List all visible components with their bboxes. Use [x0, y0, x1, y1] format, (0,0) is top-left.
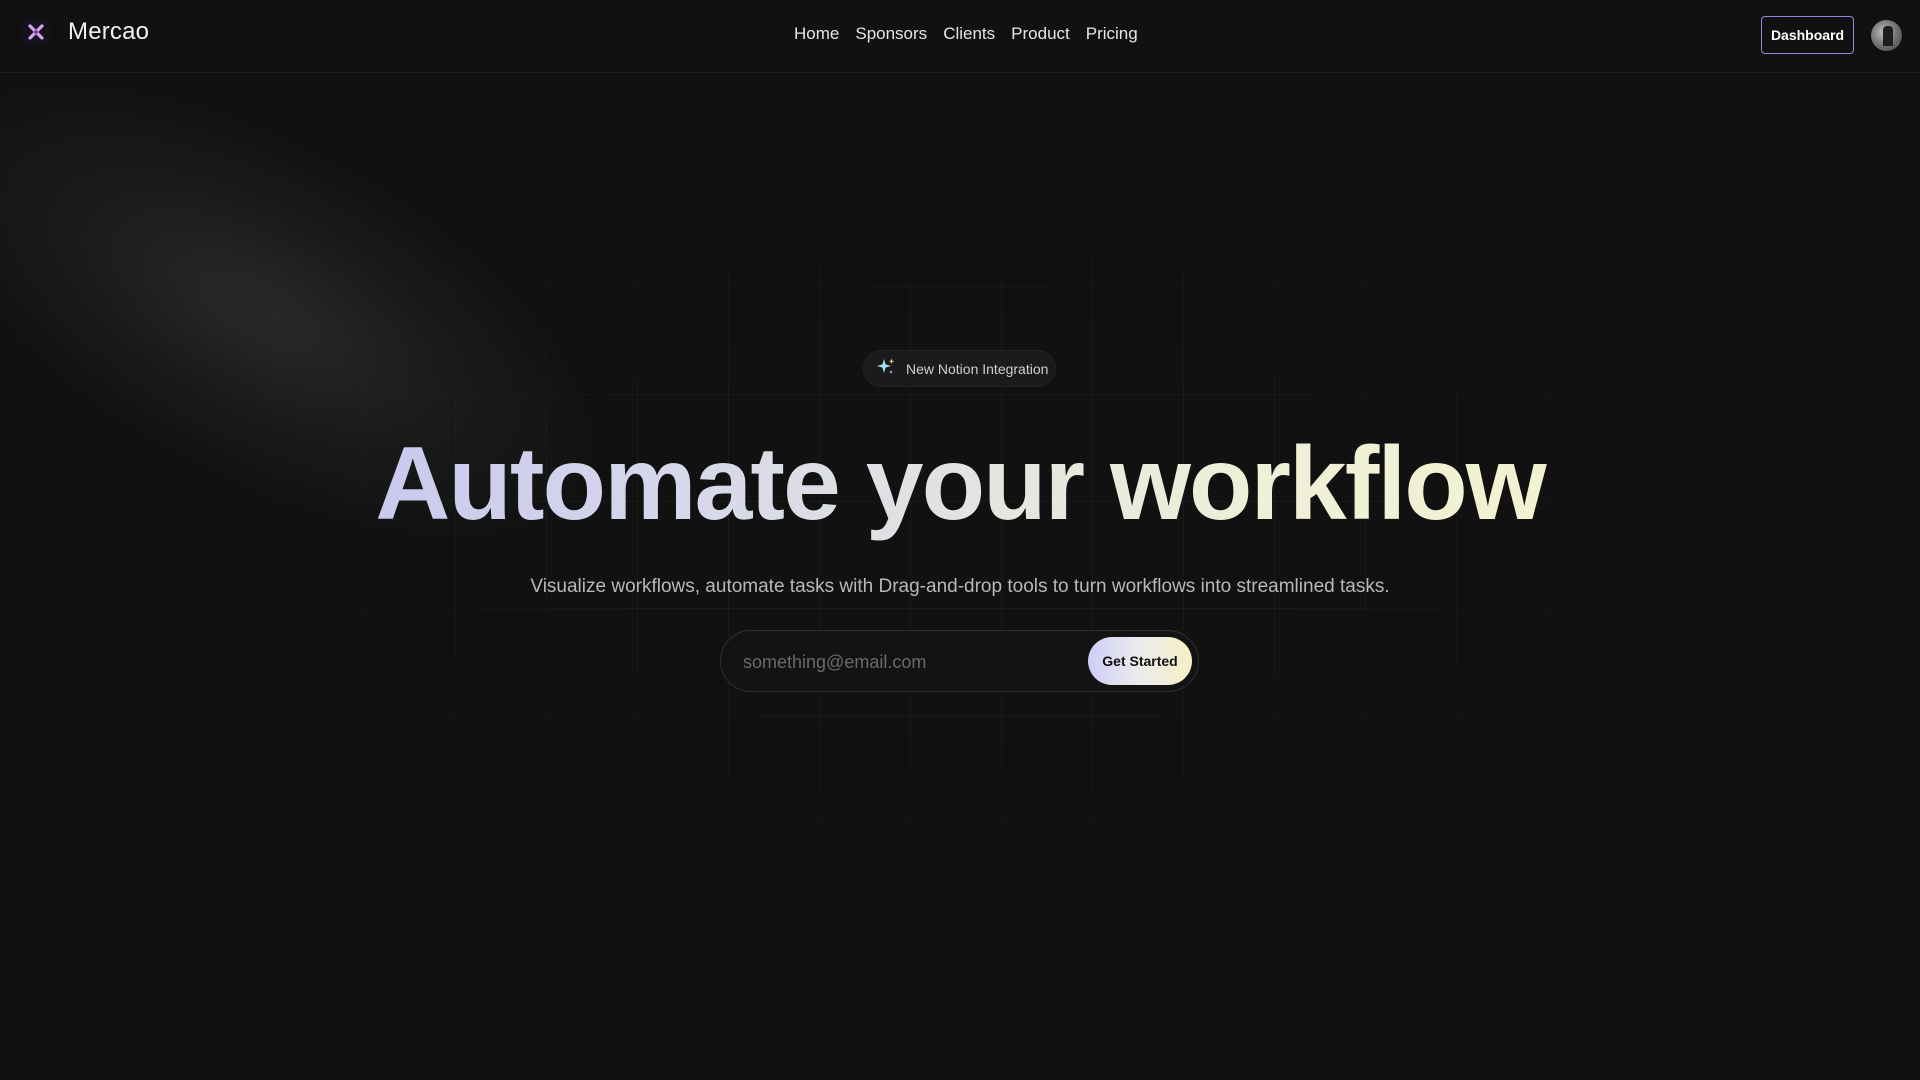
- hero-title: Automate your workflow: [0, 425, 1920, 545]
- x-spark-logo-icon: [22, 18, 50, 46]
- signup-form: Get Started: [720, 630, 1199, 692]
- brand-name: Mercao: [68, 18, 150, 45]
- nav-home[interactable]: Home: [794, 24, 839, 44]
- nav-sponsors[interactable]: Sponsors: [855, 24, 927, 44]
- get-started-button[interactable]: Get Started: [1088, 637, 1192, 685]
- sparkles-icon: [876, 357, 896, 380]
- nav-product[interactable]: Product: [1011, 24, 1070, 44]
- brand[interactable]: Mercao: [22, 18, 149, 46]
- nav-pricing[interactable]: Pricing: [1086, 24, 1138, 44]
- hero-subtitle: Visualize workflows, automate tasks with…: [530, 576, 1390, 597]
- email-field[interactable]: [741, 645, 1065, 679]
- integration-badge[interactable]: New Notion Integration: [863, 350, 1056, 387]
- navbar: Mercao Home Sponsors Clients Product Pri…: [0, 0, 1920, 73]
- main-nav: Home Sponsors Clients Product Pricing: [794, 24, 1138, 44]
- nav-clients[interactable]: Clients: [943, 24, 995, 44]
- landing-page: Mercao Home Sponsors Clients Product Pri…: [0, 0, 1920, 1080]
- badge-label: New Notion Integration: [906, 360, 1049, 377]
- avatar[interactable]: [1871, 20, 1902, 51]
- dashboard-button[interactable]: Dashboard: [1761, 16, 1854, 54]
